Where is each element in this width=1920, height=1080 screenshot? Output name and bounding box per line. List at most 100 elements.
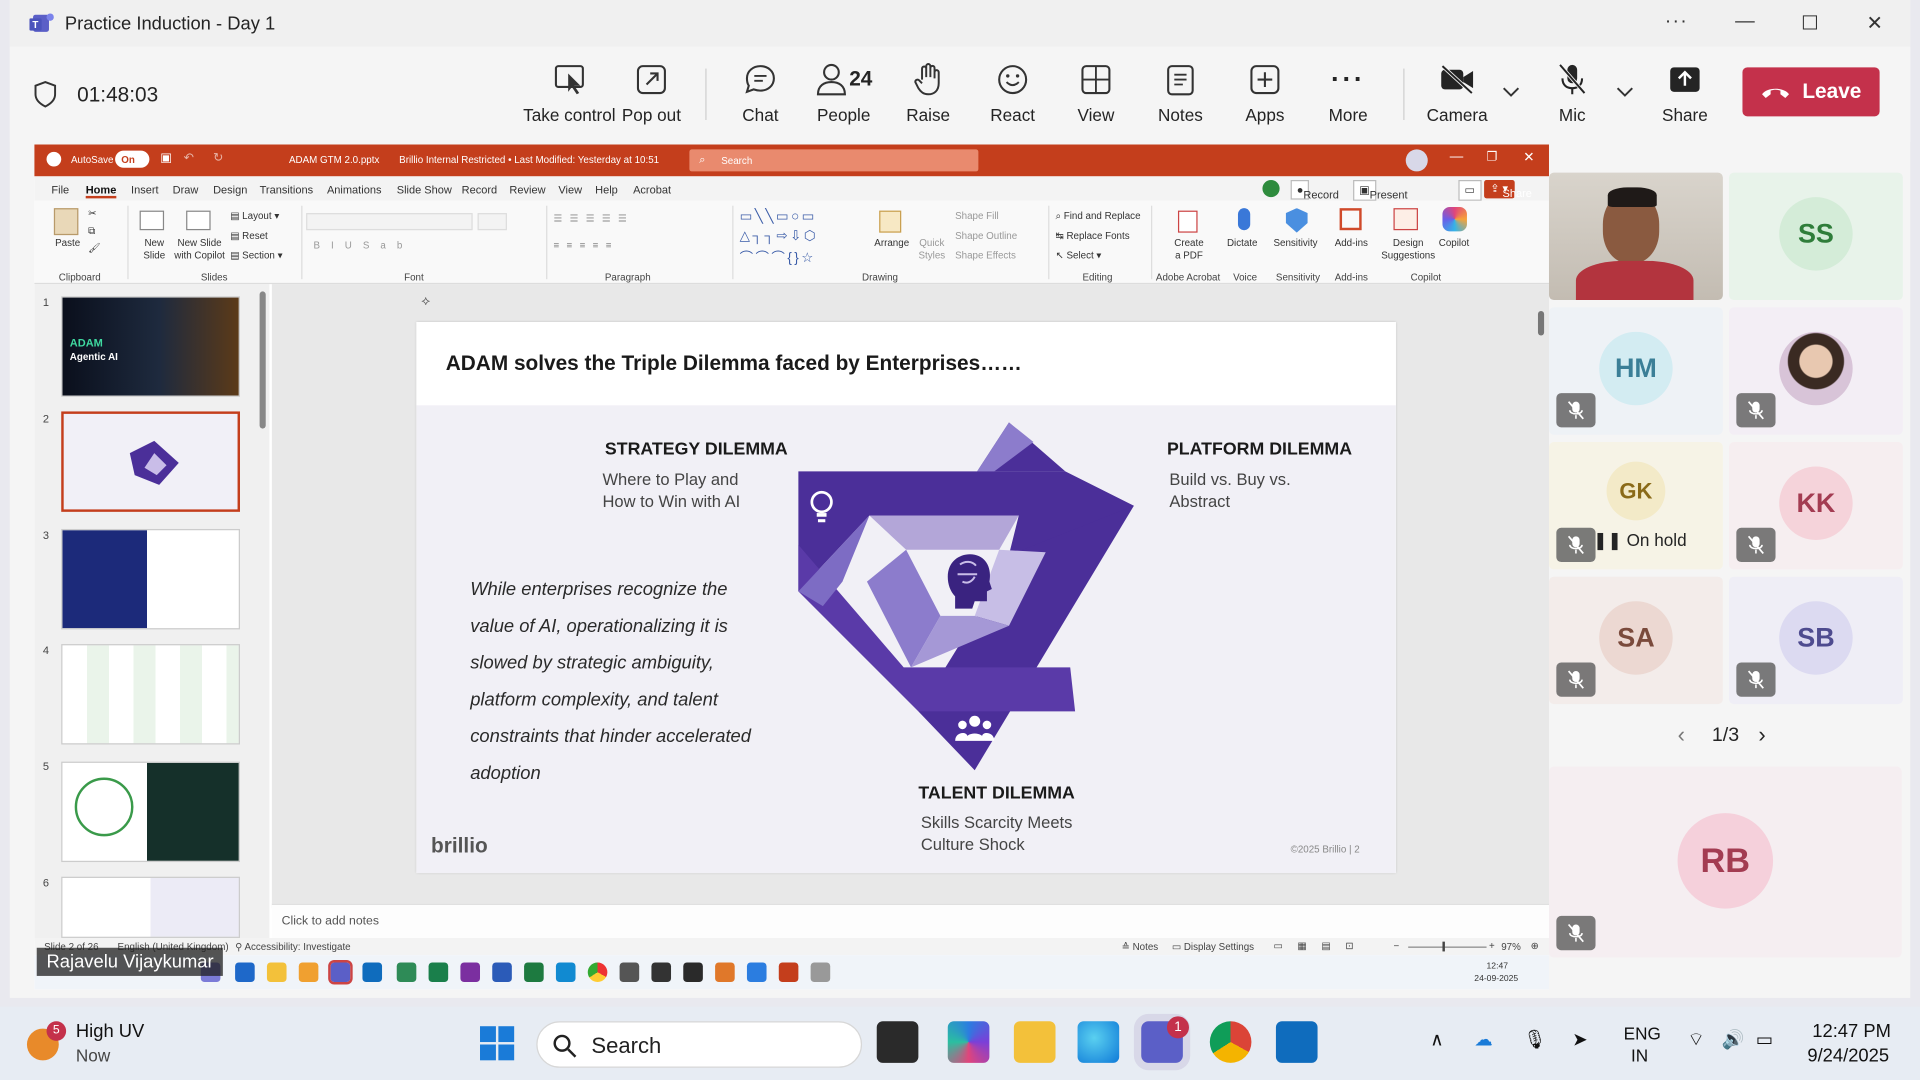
chrome-icon[interactable] — [1209, 1021, 1252, 1063]
participant-tile-gk[interactable]: GK ❚❚ On hold — [1548, 442, 1723, 570]
align-icons[interactable]: ≡≡≡≡≡ — [553, 240, 618, 251]
minimize-button[interactable]: — — [1727, 11, 1764, 33]
remote-app-icon[interactable] — [619, 962, 640, 983]
replace-fonts-button[interactable]: ↹ Replace Fonts — [1056, 230, 1130, 241]
sensitivity-icon[interactable] — [1285, 208, 1308, 233]
language-code[interactable]: ENG — [1624, 1024, 1661, 1044]
shape-outline-button[interactable]: Shape Outline — [955, 230, 1017, 241]
edge-icon[interactable] — [1077, 1021, 1120, 1063]
remote-app-icon[interactable] — [810, 962, 831, 983]
remote-app-icon[interactable] — [778, 962, 799, 983]
camera-options-chevron-icon[interactable] — [1502, 86, 1520, 98]
gallery-prev-icon[interactable]: ‹ — [1678, 722, 1685, 748]
view-button[interactable]: View — [1047, 59, 1145, 125]
participant-tile-hm[interactable]: HM — [1548, 307, 1723, 435]
arrange-icon[interactable] — [879, 210, 902, 233]
sensitivity-label[interactable]: Brillio Internal Restricted • Last Modif… — [399, 154, 659, 165]
task-view-icon[interactable] — [876, 1021, 919, 1063]
tab-review[interactable]: Review — [509, 184, 545, 196]
remote-app-icon[interactable] — [266, 962, 287, 983]
remote-app-icon[interactable] — [555, 962, 576, 983]
shape-effects-button[interactable]: Shape Effects — [955, 250, 1016, 261]
slide-thumbnail-1[interactable]: ADAM Agentic AI — [61, 296, 241, 397]
thumbnail-scrollbar[interactable] — [259, 291, 266, 429]
tab-insert[interactable]: Insert — [131, 184, 159, 196]
undo-icon[interactable]: ↶ — [184, 152, 194, 165]
zoom-slider-thumb[interactable] — [1442, 941, 1445, 952]
participant-tile-sb[interactable]: SB — [1728, 576, 1903, 705]
remote-app-icon[interactable] — [362, 962, 383, 983]
shapes-gallery[interactable]: ▭╲╲▭○▭ — [740, 208, 817, 224]
tab-slide-show[interactable]: Slide Show — [397, 184, 452, 196]
slide-canvas[interactable]: ADAM solves the Triple Dilemma faced by … — [416, 322, 1396, 874]
remote-app-icon[interactable] — [396, 962, 417, 983]
more-button[interactable]: ··· More — [1299, 59, 1397, 125]
remote-app-icon[interactable] — [715, 962, 735, 983]
remote-app-icon[interactable] — [428, 962, 449, 983]
tab-transitions[interactable]: Transitions — [260, 184, 313, 196]
windows-start-icon[interactable] — [480, 1026, 515, 1061]
quick-styles-label[interactable]: Quick Styles — [916, 238, 948, 262]
shapes-gallery-row2[interactable]: △┐┐⇨⇩⬡ — [740, 228, 818, 244]
remote-app-icon[interactable] — [460, 962, 481, 983]
remote-app-icon[interactable] — [235, 962, 255, 983]
more-options-icon[interactable]: ··· — [1658, 11, 1695, 33]
tab-acrobat[interactable]: Acrobat — [633, 184, 671, 196]
mic-muted-tray-icon[interactable]: 🎙 — [1523, 1029, 1546, 1051]
outlook-icon[interactable] — [1275, 1021, 1318, 1063]
list-icons[interactable]: ☰☰☰☰☰ — [553, 213, 634, 224]
notes-button[interactable]: Notes — [1131, 59, 1229, 125]
taskbar-search-input[interactable]: Search — [536, 1021, 863, 1068]
accessibility-status[interactable]: ⚲ Accessibility: Investigate — [235, 942, 351, 953]
shape-fill-button[interactable]: Shape Fill — [955, 211, 999, 222]
location-icon[interactable]: ➤ — [1572, 1029, 1587, 1051]
battery-icon[interactable]: ▭ — [1756, 1029, 1773, 1051]
zoom-out-icon[interactable]: − — [1393, 940, 1399, 951]
participant-tile-rb[interactable]: RB — [1548, 766, 1902, 958]
tab-draw[interactable]: Draw — [173, 184, 199, 196]
view-mode-icons[interactable]: ▭▦▤⊡ — [1273, 940, 1368, 951]
gallery-next-icon[interactable]: › — [1758, 722, 1765, 748]
participant-tile-sa[interactable]: SA — [1548, 576, 1723, 705]
close-button[interactable]: ✕ — [1856, 11, 1893, 35]
record-button[interactable]: ● Record — [1290, 180, 1339, 201]
tab-record[interactable]: Record — [462, 184, 498, 196]
people-button[interactable]: 24 People — [795, 59, 893, 125]
raise-hand-button[interactable]: Raise — [879, 59, 977, 125]
remote-app-icon[interactable] — [524, 962, 544, 983]
onedrive-icon[interactable]: ☁ — [1474, 1029, 1492, 1051]
add-ins-icon[interactable] — [1339, 208, 1362, 231]
copilot-icon[interactable] — [1442, 206, 1467, 232]
status-notes-button[interactable]: ≙ Notes — [1122, 942, 1159, 953]
remote-app-icon[interactable] — [492, 962, 512, 983]
select-button[interactable]: ↖ Select ▾ — [1056, 250, 1102, 261]
display-settings-button[interactable]: ▭ Display Settings — [1172, 942, 1254, 953]
reset-button[interactable]: ▤ Reset — [230, 230, 268, 241]
remote-app-icon[interactable] — [651, 962, 672, 983]
save-icon[interactable]: ▣ — [160, 152, 172, 165]
participant-video-tile[interactable] — [1548, 172, 1723, 301]
share-button[interactable]: Share — [1636, 59, 1734, 125]
leave-button[interactable]: Leave — [1742, 67, 1880, 117]
font-size-dropdown[interactable] — [477, 213, 507, 231]
zoom-slider[interactable] — [1408, 946, 1487, 948]
pdf-icon[interactable] — [1177, 210, 1198, 233]
paste-icon[interactable] — [53, 208, 79, 236]
cut-icon[interactable]: ✂ — [88, 208, 96, 219]
coauthor-avatar[interactable] — [1262, 180, 1280, 198]
ppt-search-input[interactable]: Search ⌕ — [689, 149, 979, 172]
show-hidden-icons[interactable]: ∧ — [1430, 1029, 1443, 1051]
weather-title[interactable]: High UV — [76, 1021, 144, 1042]
mic-options-chevron-icon[interactable] — [1616, 86, 1633, 98]
slide-thumbnail-2[interactable] — [61, 411, 241, 512]
notes-pane[interactable]: Click to add notes — [271, 903, 1549, 938]
remote-app-icon[interactable] — [298, 962, 319, 983]
new-slide-icon[interactable] — [139, 210, 165, 231]
camera-button[interactable]: Camera — [1408, 59, 1506, 125]
taskbar-time[interactable]: 12:47 PM — [1812, 1021, 1891, 1042]
slide-thumbnail-4[interactable] — [61, 644, 241, 745]
zoom-in-icon[interactable]: + — [1489, 940, 1495, 951]
ppt-close-button[interactable]: ✕ — [1523, 149, 1534, 166]
ppt-maximize-button[interactable]: ❐ — [1487, 151, 1498, 164]
redo-icon[interactable]: ↻ — [213, 152, 223, 165]
